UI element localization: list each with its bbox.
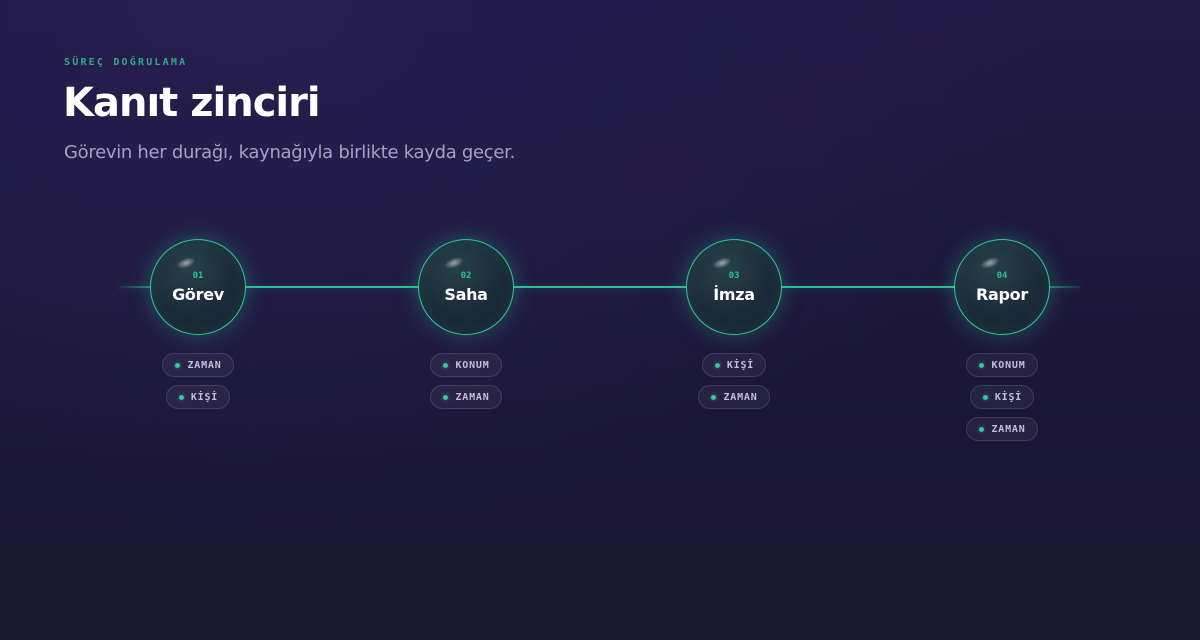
step-rapor[interactable]: 04 Rapor [954,239,1050,335]
step-saha[interactable]: 02 Saha [418,239,514,335]
tag-dot-icon [178,394,184,400]
tag-chip: KONUM [430,353,502,377]
step-label: Saha [444,285,488,304]
tag-dot-icon [714,362,720,368]
tag-chip: KİŞİ [701,353,767,377]
tag-label: ZAMAN [723,391,758,403]
tag-label: KONUM [455,359,490,371]
step-tags-imza: KİŞİ ZAMAN [664,353,804,409]
tag-dot-icon [443,362,449,368]
step-imza[interactable]: 03 İmza [686,239,782,335]
tag-label: ZAMAN [991,423,1026,435]
step-label: Rapor [976,285,1028,304]
tag-label: ZAMAN [187,359,222,371]
tag-label: KİŞİ [726,359,755,371]
tag-dot-icon [982,394,988,400]
step-label: İmza [713,285,755,304]
eyebrow-label: SÜREÇ DOĞRULAMA [64,57,188,68]
tag-label: KONUM [991,359,1026,371]
page-subtitle: Görevin her durağı, kaynağıyla birlikte … [64,142,516,163]
tag-dot-icon [711,394,717,400]
tag-label: ZAMAN [455,391,490,403]
step-label: Görev [172,285,224,304]
tag-dot-icon [175,362,181,368]
tag-chip: KİŞİ [165,385,231,409]
tag-label: KİŞİ [190,391,219,403]
step-tags-saha: KONUM ZAMAN [396,353,536,409]
tag-chip: KİŞİ [969,385,1035,409]
tag-chip: ZAMAN [430,385,502,409]
step-tags-rapor: KONUM KİŞİ ZAMAN [932,353,1072,441]
tag-dot-icon [979,362,985,368]
step-number: 04 [996,271,1008,281]
tag-dot-icon [443,394,449,400]
tag-chip: KONUM [966,353,1038,377]
tag-dot-icon [979,426,985,432]
step-number: 03 [728,271,740,281]
tag-chip: ZAMAN [162,353,234,377]
tag-chip: ZAMAN [966,417,1038,441]
step-number: 01 [192,271,204,281]
tag-label: KİŞİ [994,391,1023,403]
step-gorev[interactable]: 01 Görev [150,239,246,335]
timeline-track [120,286,1080,288]
page-title: Kanıt zinciri [63,80,321,126]
tag-chip: ZAMAN [698,385,770,409]
step-number: 02 [460,271,472,281]
step-tags-gorev: ZAMAN KİŞİ [128,353,268,409]
